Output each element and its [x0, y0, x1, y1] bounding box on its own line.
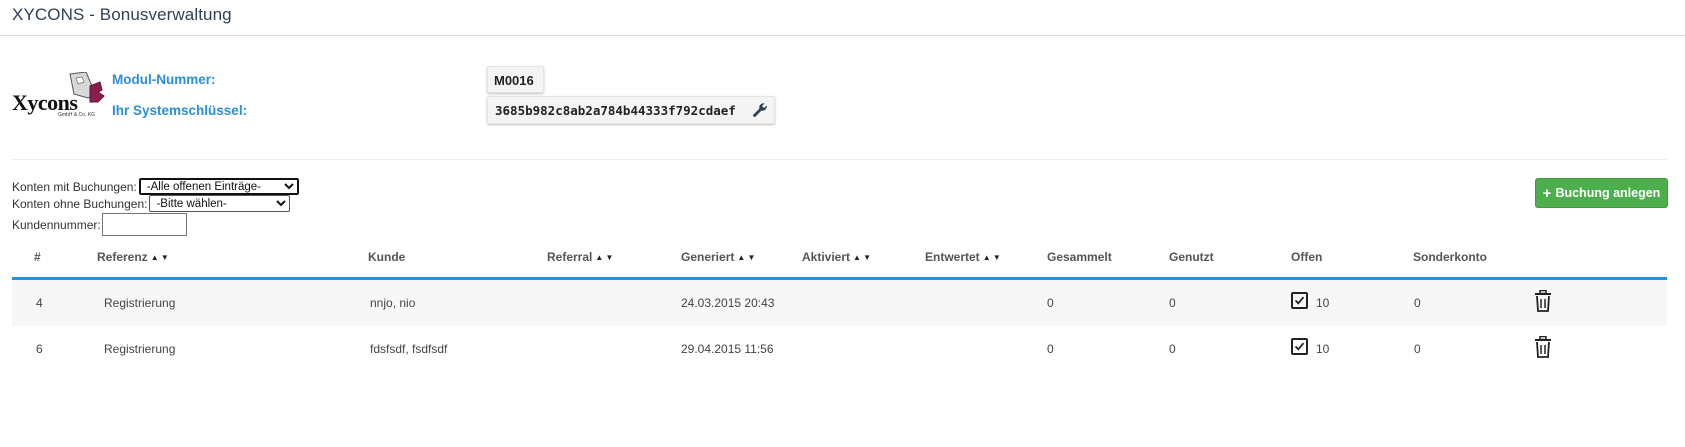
cell-id: 6	[36, 342, 43, 356]
add-booking-button[interactable]: + Buchung anlegen	[1535, 178, 1668, 208]
sort-icon[interactable]: ▲ ▼	[595, 253, 613, 262]
cell-genutzt: 0	[1169, 342, 1176, 356]
table-header: # Referenz ▲ ▼ Kunde Referral ▲ ▼ Generier…	[12, 246, 1667, 280]
column-header-kunde[interactable]: Kunde	[368, 250, 405, 264]
system-key-value: 3685b982c8ab2a784b44333f792cdaef	[495, 103, 736, 118]
sort-icon[interactable]: ▲ ▼	[151, 253, 169, 262]
column-header-generiert[interactable]: Generiert ▲ ▼	[681, 250, 755, 264]
cell-offen: 10	[1316, 342, 1330, 356]
kundennummer-label: Kundennummer:	[12, 217, 101, 232]
modul-number-value: M0016	[487, 66, 544, 93]
filter-ohne-buchungen-label: Konten ohne Buchungen:	[12, 196, 148, 211]
table-row[interactable]: 4 Registrierung nnjo, nio 24.03.2015 20:…	[12, 280, 1667, 326]
sort-icon[interactable]: ▲ ▼	[737, 253, 755, 262]
trash-icon[interactable]	[1534, 335, 1552, 358]
cell-kunde: fdsfsdf, fsdfsdf	[370, 342, 448, 356]
column-header-gesammelt[interactable]: Gesammelt	[1047, 250, 1112, 264]
modul-number-label: Modul-Nummer:	[112, 72, 216, 87]
logo-subtitle: GmbH & Co. KG	[58, 112, 95, 118]
cell-gesammelt: 0	[1047, 342, 1054, 356]
system-key-label: Ihr Systemschlüssel:	[112, 103, 248, 118]
cell-generiert: 29.04.2015 11:56	[681, 342, 774, 356]
table-row[interactable]: 6 Registrierung fdsfsdf, fsdfsdf 29.04.2…	[12, 326, 1667, 372]
plus-icon: +	[1542, 184, 1552, 202]
kundennummer-input[interactable]	[101, 213, 187, 236]
column-header-genutzt[interactable]: Genutzt	[1169, 250, 1214, 264]
cell-sonderkonto: 0	[1414, 296, 1421, 310]
filter-mit-buchungen-select[interactable]: -Alle offenen Einträge-	[138, 178, 299, 195]
column-header-referral[interactable]: Referral ▲ ▼	[547, 250, 613, 264]
filter-mit-buchungen: Konten mit Buchungen: -Alle offenen Eint…	[12, 178, 299, 195]
trash-icon[interactable]	[1534, 289, 1552, 312]
column-header-id[interactable]: #	[34, 250, 41, 264]
cell-referenz: Registrierung	[104, 342, 176, 356]
cell-referenz: Registrierung	[104, 296, 176, 310]
filter-mit-buchungen-label: Konten mit Buchungen:	[12, 179, 137, 194]
add-booking-label: Buchung anlegen	[1555, 186, 1661, 200]
company-logo: Xycons GmbH & Co. KG	[12, 72, 112, 122]
checkbox-checked-icon[interactable]	[1291, 338, 1308, 355]
sort-icon[interactable]: ▲ ▼	[853, 253, 871, 262]
cell-generiert: 24.03.2015 20:43	[681, 296, 775, 310]
cell-kunde: nnjo, nio	[370, 296, 416, 310]
filter-ohne-buchungen: Konten ohne Buchungen: -Bitte wählen-	[12, 195, 291, 212]
filter-kundennummer: Kundennummer:	[12, 213, 187, 236]
cell-gesammelt: 0	[1047, 296, 1054, 310]
cell-sonderkonto: 0	[1414, 342, 1421, 356]
cell-genutzt: 0	[1169, 296, 1176, 310]
column-header-referenz[interactable]: Referenz ▲ ▼	[97, 250, 169, 264]
page-title: XYCONS - Bonusverwaltung	[12, 5, 232, 24]
column-header-aktiviert[interactable]: Aktiviert ▲ ▼	[802, 250, 871, 264]
sort-icon[interactable]: ▲ ▼	[983, 253, 1001, 262]
column-header-offen[interactable]: Offen	[1291, 250, 1322, 264]
section-divider	[12, 159, 1667, 160]
wrench-icon[interactable]	[752, 102, 768, 118]
system-key-box: 3685b982c8ab2a784b44333f792cdaef	[487, 96, 775, 124]
column-header-entwertet[interactable]: Entwertet ▲ ▼	[925, 250, 1001, 264]
top-bar: XYCONS - Bonusverwaltung	[0, 0, 1685, 36]
cell-id: 4	[36, 296, 43, 310]
filter-ohne-buchungen-select[interactable]: -Bitte wählen-	[149, 195, 291, 212]
checkbox-checked-icon[interactable]	[1291, 292, 1308, 309]
cell-offen: 10	[1316, 296, 1330, 310]
column-header-sonderkonto[interactable]: Sonderkonto	[1413, 250, 1487, 264]
